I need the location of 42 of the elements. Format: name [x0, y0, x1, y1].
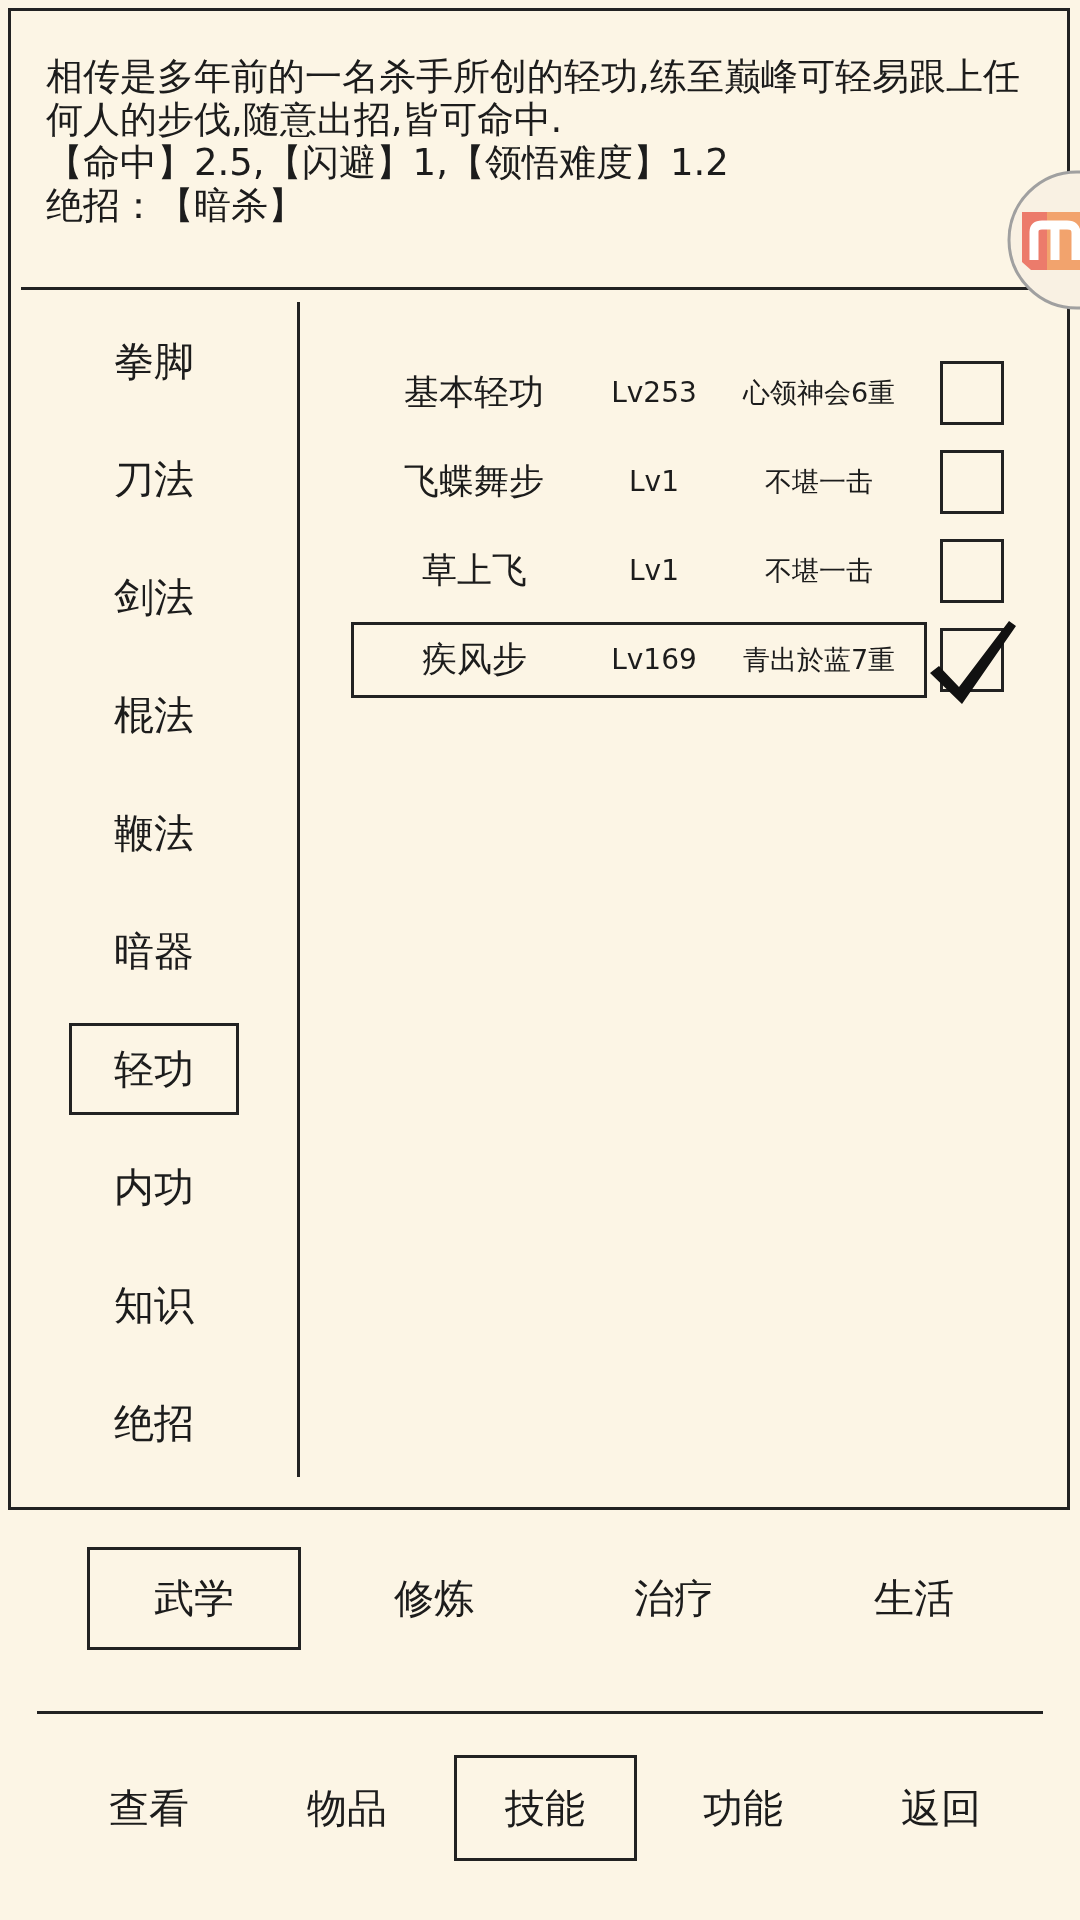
category-item[interactable]: 拳脚: [69, 315, 239, 407]
category-tab[interactable]: 生活: [807, 1547, 1021, 1650]
category-item[interactable]: 知识: [69, 1259, 239, 1351]
category-tab[interactable]: 武学: [87, 1547, 301, 1650]
category-item[interactable]: 暗器: [69, 905, 239, 997]
category-item[interactable]: 轻功: [69, 1023, 239, 1115]
skill-name: 基本轻功: [404, 371, 544, 414]
skill-name: 疾风步: [421, 638, 527, 681]
description-text: 相传是多年前的一名杀手所创的轻功,练至巅峰可轻易跟上任何人的步伐,随意出招,皆可命中.: [46, 55, 1021, 141]
category-item[interactable]: 鞭法: [69, 787, 239, 879]
check-icon: [930, 620, 1016, 704]
skill-level: Lv1: [629, 554, 679, 587]
skill-level: Lv169: [611, 643, 697, 676]
nav-button[interactable]: 返回: [849, 1755, 1033, 1861]
category-tab[interactable]: 修炼: [327, 1547, 541, 1650]
checkbox[interactable]: [940, 449, 1004, 514]
nav-button[interactable]: 查看: [57, 1755, 241, 1861]
category-item[interactable]: 刀法: [69, 433, 239, 525]
skill-row[interactable]: 疾风步 Lv169 青出於蓝7重: [351, 621, 927, 698]
skill-level: Lv1: [629, 465, 679, 498]
nav-button[interactable]: 物品: [255, 1755, 439, 1861]
checkbox[interactable]: [940, 360, 1004, 425]
category-item[interactable]: 内功: [69, 1141, 239, 1233]
category-item[interactable]: 剑法: [69, 551, 239, 643]
skill-grade: 不堪一击: [765, 553, 873, 588]
skill-row[interactable]: 草上飞 Lv1 不堪一击: [351, 532, 927, 609]
skill-row[interactable]: 飞蝶舞步 Lv1 不堪一击: [351, 443, 927, 520]
skill-grade: 青出於蓝7重: [742, 642, 896, 677]
checkbox[interactable]: [940, 538, 1004, 603]
skill-level: Lv253: [611, 376, 697, 409]
skill-grade: 不堪一击: [765, 464, 873, 499]
nav-button[interactable]: 技能: [453, 1755, 637, 1861]
stats-text: 【命中】2.5,【闪避】1,【领悟难度】1.2: [46, 141, 730, 184]
skill-row[interactable]: 基本轻功 Lv253 心领神会6重: [351, 354, 927, 431]
skill-grade: 心领神会6重: [742, 375, 896, 410]
skill-name: 草上飞: [421, 549, 527, 592]
skill-name: 飞蝶舞步: [404, 460, 544, 503]
nav-button[interactable]: 功能: [651, 1755, 835, 1861]
category-tab[interactable]: 治疗: [567, 1547, 781, 1650]
category-item[interactable]: 绝招: [69, 1377, 239, 1469]
special-move-text: 绝招：【暗杀】: [46, 184, 306, 227]
category-item[interactable]: 棍法: [69, 669, 239, 761]
